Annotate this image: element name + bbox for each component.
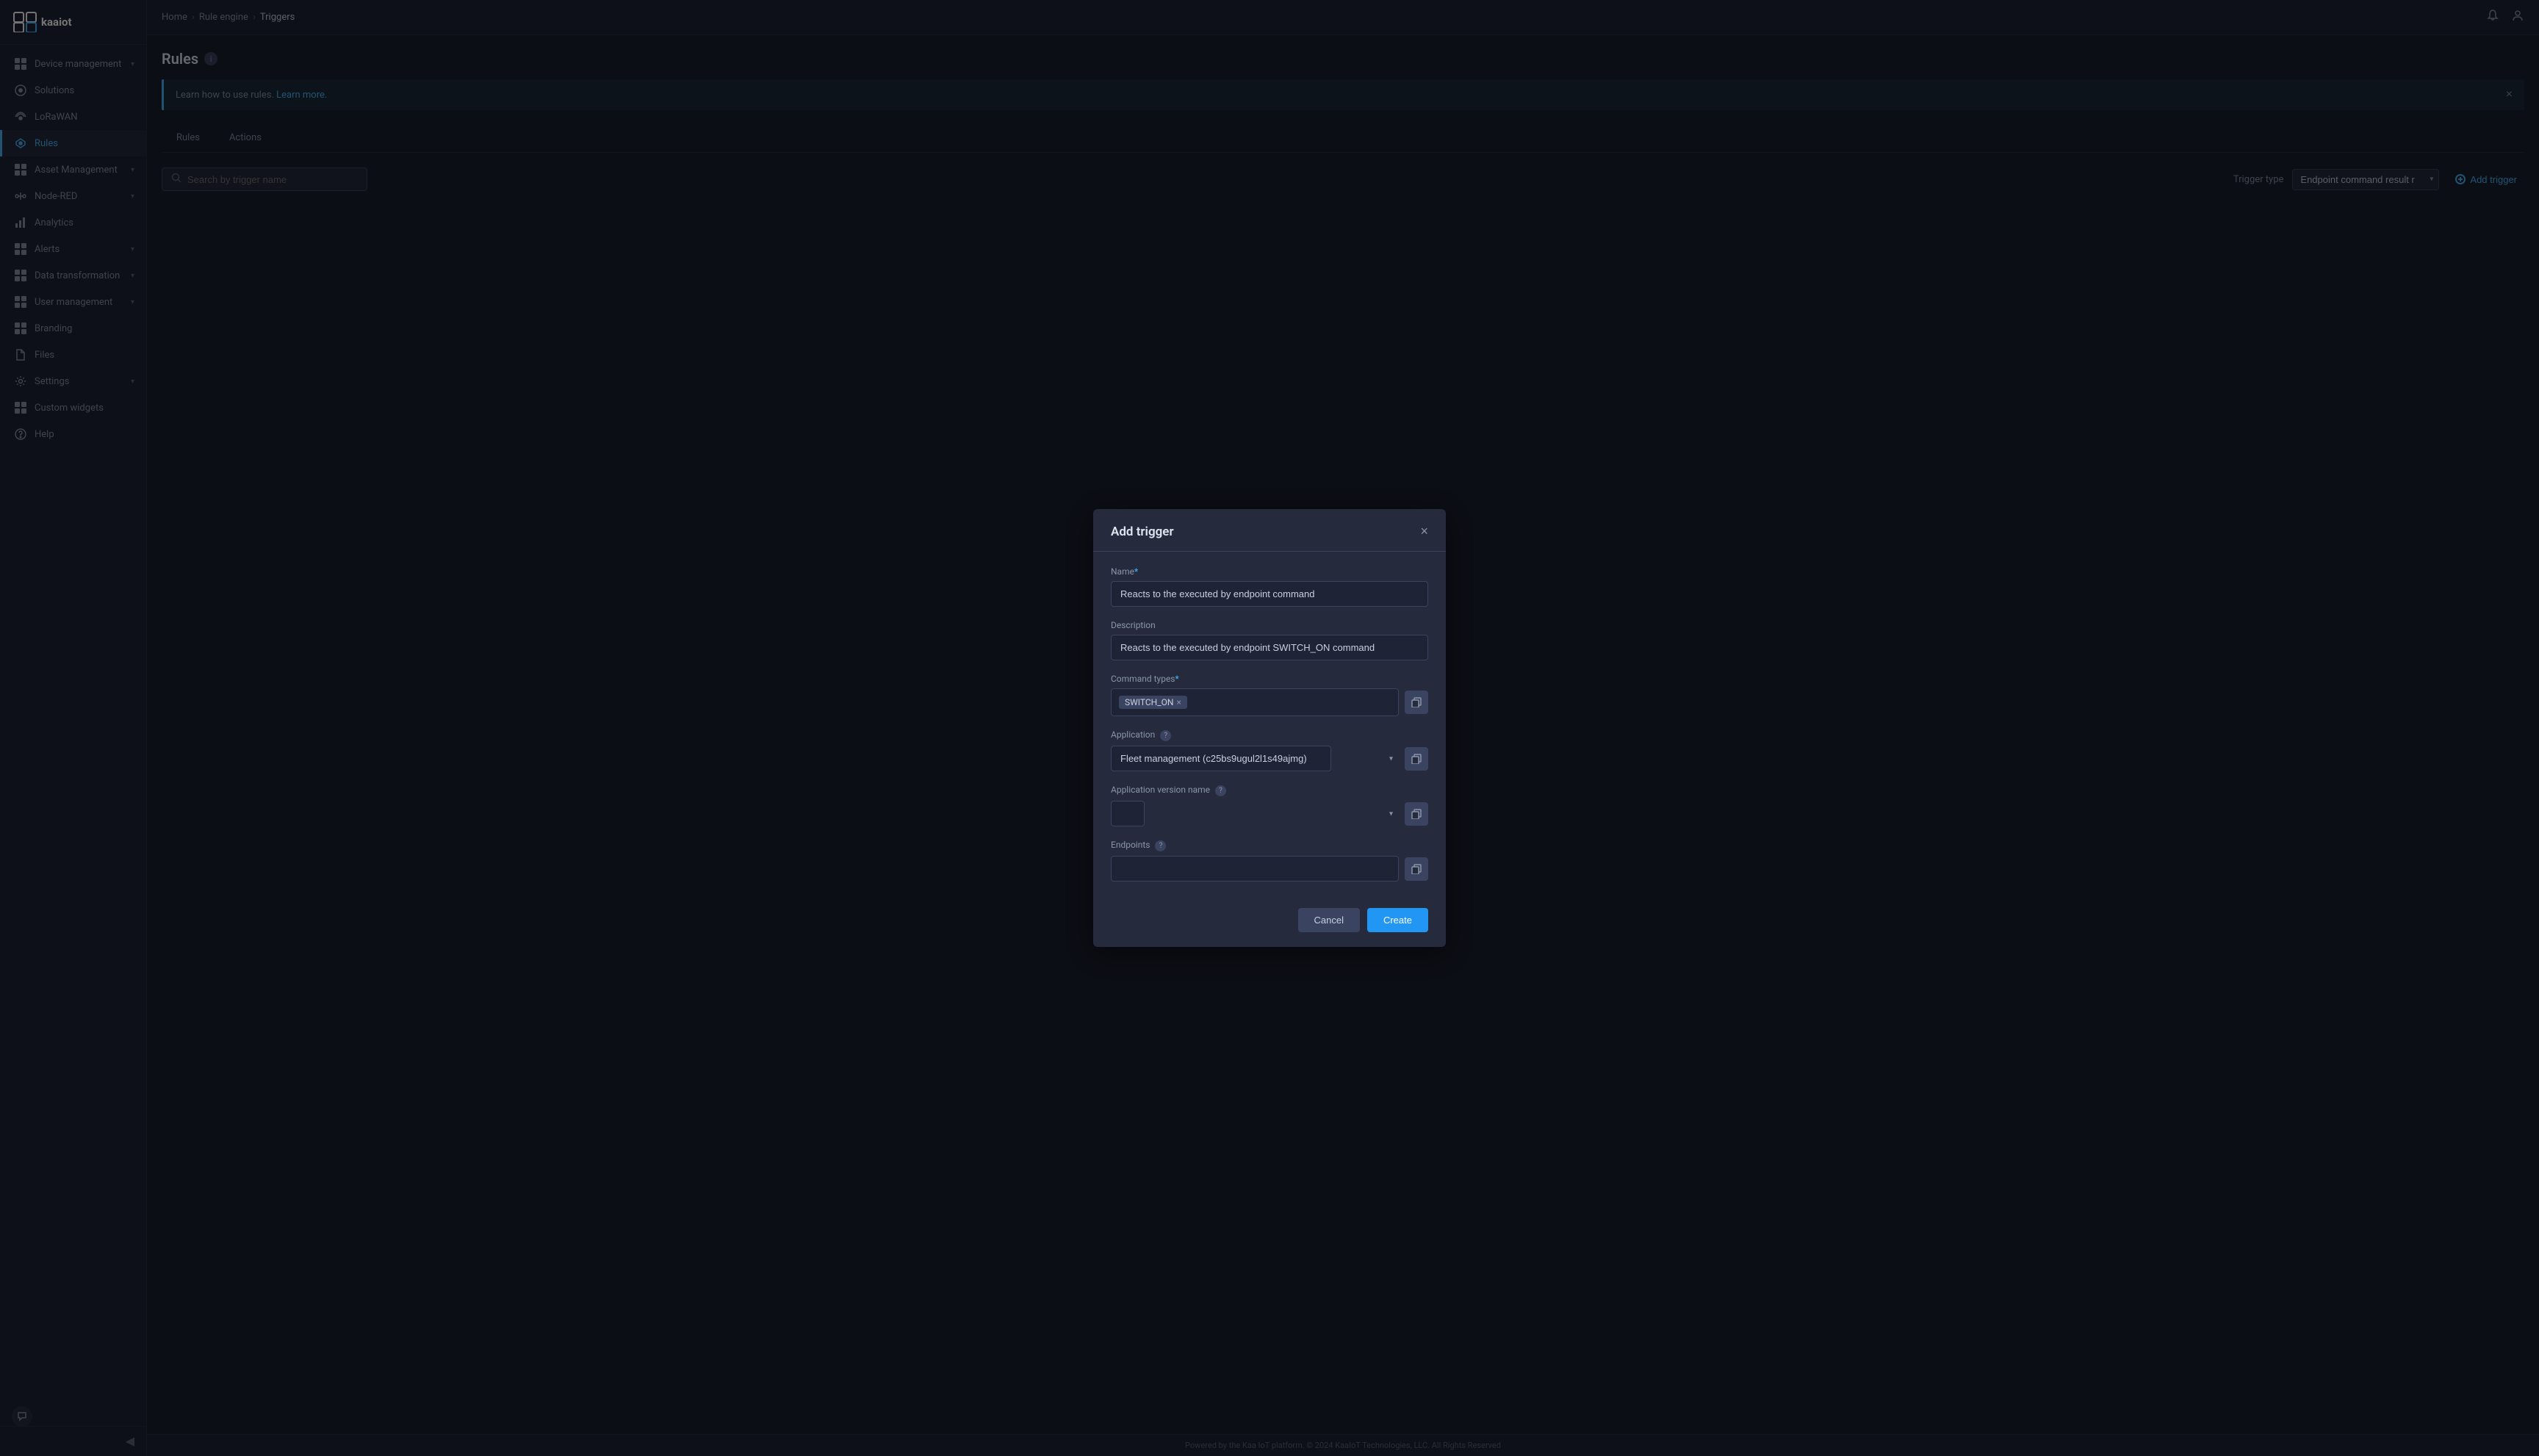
endpoints-copy-button[interactable] [1405,857,1428,881]
application-select[interactable]: Fleet management (c25bs9ugul2l1s49ajmg) [1111,746,1331,771]
application-help-icon[interactable]: ? [1160,730,1171,741]
app-version-select[interactable] [1111,801,1145,826]
create-button[interactable]: Create [1367,908,1428,932]
application-row: Fleet management (c25bs9ugul2l1s49ajmg) … [1111,746,1428,771]
description-input[interactable] [1111,635,1428,660]
add-trigger-modal: Add trigger × Name* Description Command … [1093,509,1446,947]
command-types-label: Command types* [1111,674,1428,684]
name-input[interactable] [1111,581,1428,607]
app-version-copy-button[interactable] [1405,802,1428,826]
cancel-button[interactable]: Cancel [1298,908,1360,932]
application-copy-button[interactable] [1405,747,1428,771]
endpoints-input[interactable] [1111,856,1399,882]
modal-footer: Cancel Create [1093,896,1446,947]
command-types-tag-input[interactable]: SWITCH_ON × [1111,688,1399,716]
endpoints-field-group: Endpoints ? [1111,840,1428,882]
app-version-select-wrapper: ▾ [1111,801,1399,826]
description-label: Description [1111,620,1428,630]
chevron-down-icon: ▾ [1389,810,1393,818]
name-field-group: Name* [1111,566,1428,607]
modal-close-button[interactable]: × [1420,524,1428,539]
application-label: Application ? [1111,729,1428,741]
app-version-row: ▾ [1111,801,1428,826]
endpoints-help-icon[interactable]: ? [1155,840,1166,851]
endpoints-row [1111,856,1428,882]
command-types-copy-button[interactable] [1405,691,1428,714]
description-field-group: Description [1111,620,1428,660]
command-types-row: SWITCH_ON × [1111,688,1428,716]
modal-body: Name* Description Command types* SWITCH_… [1093,552,1446,896]
modal-header: Add trigger × [1093,509,1446,552]
app-version-help-icon[interactable]: ? [1215,785,1226,796]
app-version-label: Application version name ? [1111,785,1428,796]
application-select-wrapper: Fleet management (c25bs9ugul2l1s49ajmg) … [1111,746,1399,771]
command-type-tag-switch-on: SWITCH_ON × [1119,696,1187,709]
modal-title: Add trigger [1111,525,1174,539]
application-field-group: Application ? Fleet management (c25bs9ug… [1111,729,1428,771]
tag-close-icon[interactable]: × [1176,697,1181,707]
command-types-field-group: Command types* SWITCH_ON × [1111,674,1428,716]
endpoints-label: Endpoints ? [1111,840,1428,851]
chevron-down-icon: ▾ [1389,754,1393,763]
app-version-field-group: Application version name ? ▾ [1111,785,1428,826]
name-label: Name* [1111,566,1428,577]
modal-overlay[interactable]: Add trigger × Name* Description Command … [0,0,2539,1456]
